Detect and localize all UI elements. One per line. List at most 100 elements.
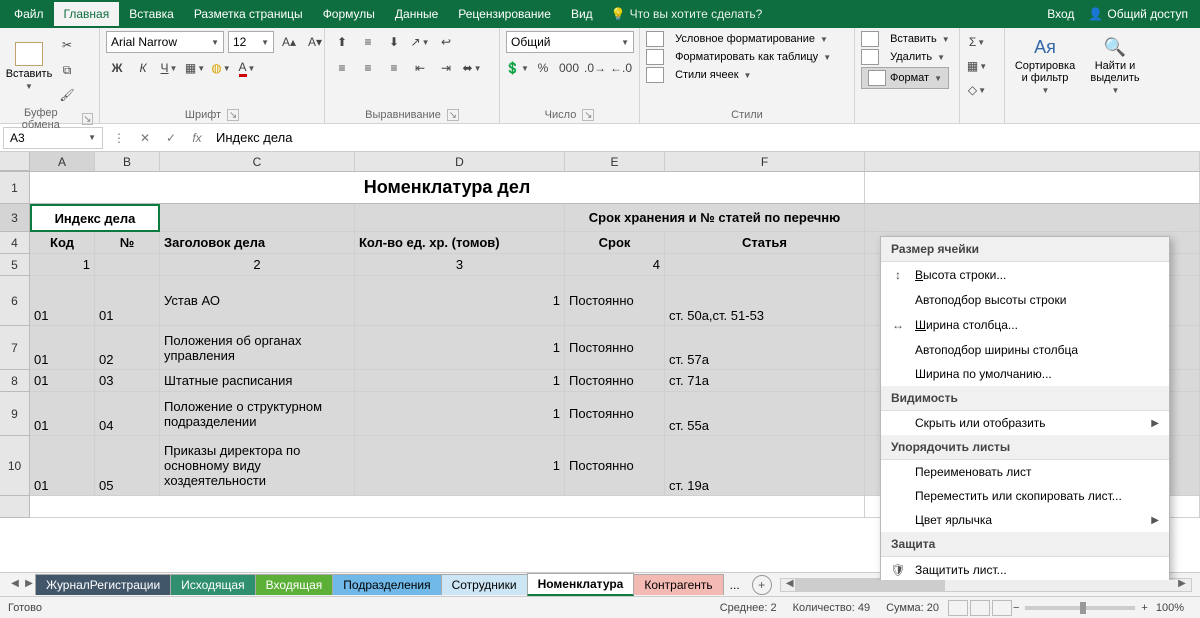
fill-icon[interactable]: ▦▼ xyxy=(966,55,988,77)
find-select-button[interactable]: 🔍 Найти и выделить▼ xyxy=(1083,31,1147,101)
table-cell[interactable]: Постоянно xyxy=(565,276,665,326)
percent-icon[interactable]: % xyxy=(532,57,554,79)
sheet-tab-outgoing[interactable]: Исходящая xyxy=(170,574,255,595)
table-cell[interactable]: 1 xyxy=(355,370,565,392)
indent-inc-icon[interactable]: ⇥ xyxy=(435,57,457,79)
zoom-level[interactable]: 100% xyxy=(1156,602,1184,614)
cell-srok-group[interactable]: Срок хранения и № статей по перечню xyxy=(565,204,865,232)
table-cell[interactable]: Устав АО xyxy=(160,276,355,326)
bold-button[interactable]: Ж xyxy=(106,57,128,79)
table-cell[interactable]: 01 xyxy=(30,370,95,392)
table-cell[interactable]: 02 xyxy=(95,326,160,370)
table-cell[interactable]: Положения об органах управления xyxy=(160,326,355,370)
title-cell[interactable]: Номенклатура дел xyxy=(30,172,865,204)
table-cell[interactable]: 1 xyxy=(355,326,565,370)
table-cell[interactable]: Постоянно xyxy=(565,392,665,436)
tab-home[interactable]: Главная xyxy=(54,2,120,26)
add-sheet-button[interactable]: + xyxy=(752,575,772,595)
tell-me[interactable]: 💡Что вы хотите сделать? xyxy=(611,7,763,21)
fill-color-button[interactable]: ◍▼ xyxy=(210,57,232,79)
underline-button[interactable]: Ч▼ xyxy=(158,57,180,79)
inc-decimal-icon[interactable]: .0→ xyxy=(584,57,606,79)
tab-data[interactable]: Данные xyxy=(385,2,448,26)
align-center-icon[interactable]: ≡ xyxy=(357,57,379,79)
borders-button[interactable]: ▦▼ xyxy=(184,57,206,79)
italic-button[interactable]: К xyxy=(132,57,154,79)
menu-autofit-col-width[interactable]: Автоподбор ширины столбца xyxy=(881,338,1169,362)
font-launcher-icon[interactable]: ↘ xyxy=(227,109,239,121)
table-cell[interactable]: ст. 57а xyxy=(665,326,865,370)
cell-num1[interactable]: 1 xyxy=(30,254,95,276)
delete-cells-button[interactable]: Удалить▼ xyxy=(861,49,945,65)
conditional-formatting-button[interactable]: Условное форматирование▼ xyxy=(646,31,828,47)
align-top-icon[interactable]: ⬆ xyxy=(331,31,353,53)
zoom-out-icon[interactable]: − xyxy=(1013,602,1019,614)
cell-num2[interactable]: 2 xyxy=(160,254,355,276)
table-cell[interactable]: 1 xyxy=(355,436,565,496)
table-cell[interactable]: 1 xyxy=(355,276,565,326)
sheet-nav-next-icon[interactable]: ▶ xyxy=(22,578,36,592)
menu-default-width[interactable]: Ширина по умолчанию... xyxy=(881,362,1169,386)
alignment-launcher-icon[interactable]: ↘ xyxy=(447,109,459,121)
table-cell[interactable]: Приказы директора по основному виду хозд… xyxy=(160,436,355,496)
dec-decimal-icon[interactable]: ←.0 xyxy=(610,57,632,79)
paste-button[interactable]: Вставить ▼ xyxy=(6,31,52,101)
merge-center-icon[interactable]: ⬌▼ xyxy=(461,57,483,79)
col-header-blank[interactable] xyxy=(865,152,1200,171)
tab-pagelayout[interactable]: Разметка страницы xyxy=(184,2,313,26)
cell-srok-header[interactable]: Срок xyxy=(565,232,665,254)
formula-dropdown-icon[interactable]: ⋮ xyxy=(106,131,132,145)
zoom-in-icon[interactable]: + xyxy=(1141,602,1147,614)
align-left-icon[interactable]: ≡ xyxy=(331,57,353,79)
row-header-blank[interactable] xyxy=(0,496,30,518)
page-break-view-icon[interactable] xyxy=(992,600,1012,616)
sheet-tab-journal[interactable]: ЖурналРегистрации xyxy=(35,574,171,595)
col-header-e[interactable]: E xyxy=(565,152,665,171)
orientation-icon[interactable]: ↗▼ xyxy=(409,31,431,53)
table-cell[interactable]: 05 xyxy=(95,436,160,496)
cell-num4[interactable]: 4 xyxy=(565,254,665,276)
col-header-f[interactable]: F xyxy=(665,152,865,171)
accounting-icon[interactable]: 💲▼ xyxy=(506,57,528,79)
cell-qty-header[interactable]: Кол-во ед. хр. (томов) xyxy=(355,232,565,254)
table-cell[interactable]: ст. 71а xyxy=(665,370,865,392)
table-cell[interactable]: ст. 50а,ст. 51-53 xyxy=(665,276,865,326)
row-header-3[interactable]: 3 xyxy=(0,204,30,232)
page-layout-view-icon[interactable] xyxy=(970,600,990,616)
sheet-tab-more[interactable]: ... xyxy=(724,575,746,595)
align-middle-icon[interactable]: ≡ xyxy=(357,31,379,53)
table-cell[interactable]: 01 xyxy=(30,392,95,436)
format-as-table-button[interactable]: Форматировать как таблицу▼ xyxy=(646,49,831,65)
row-header-6[interactable]: 6 xyxy=(0,276,30,326)
cell-code-header[interactable]: Код xyxy=(30,232,95,254)
format-painter-icon[interactable]: 🖌 xyxy=(56,84,78,106)
number-format-combo[interactable]: Общий▼ xyxy=(506,31,634,53)
table-cell[interactable]: Постоянно xyxy=(565,370,665,392)
menu-move-copy-sheet[interactable]: Переместить или скопировать лист... xyxy=(881,484,1169,508)
table-cell[interactable]: 1 xyxy=(355,392,565,436)
select-all-corner[interactable] xyxy=(0,152,30,171)
number-launcher-icon[interactable]: ↘ xyxy=(582,109,594,121)
shrink-font-icon[interactable]: A▾ xyxy=(304,31,326,53)
cell-art-header[interactable]: Статья xyxy=(665,232,865,254)
table-cell[interactable]: Постоянно xyxy=(565,436,665,496)
fx-icon[interactable]: fx xyxy=(184,131,210,145)
table-cell[interactable]: 03 xyxy=(95,370,160,392)
clipboard-launcher-icon[interactable]: ↘ xyxy=(82,113,93,125)
table-cell[interactable]: ст. 55а xyxy=(665,392,865,436)
menu-rename-sheet[interactable]: Переименовать лист xyxy=(881,460,1169,484)
col-header-d[interactable]: D xyxy=(355,152,565,171)
grow-font-icon[interactable]: A▴ xyxy=(278,31,300,53)
tab-file[interactable]: Файл xyxy=(4,2,54,26)
login-button[interactable]: Вход xyxy=(1047,7,1074,21)
clear-icon[interactable]: ◇▼ xyxy=(966,79,988,101)
col-header-c[interactable]: C xyxy=(160,152,355,171)
normal-view-icon[interactable] xyxy=(948,600,968,616)
table-cell[interactable]: Штатные расписания xyxy=(160,370,355,392)
tab-view[interactable]: Вид xyxy=(561,2,603,26)
table-cell[interactable]: Постоянно xyxy=(565,326,665,370)
font-size-combo[interactable]: 12▼ xyxy=(228,31,274,53)
wrap-text-icon[interactable]: ↩ xyxy=(435,31,457,53)
tab-insert[interactable]: Вставка xyxy=(119,2,184,26)
menu-autofit-row-height[interactable]: Автоподбор высоты строки xyxy=(881,288,1169,312)
